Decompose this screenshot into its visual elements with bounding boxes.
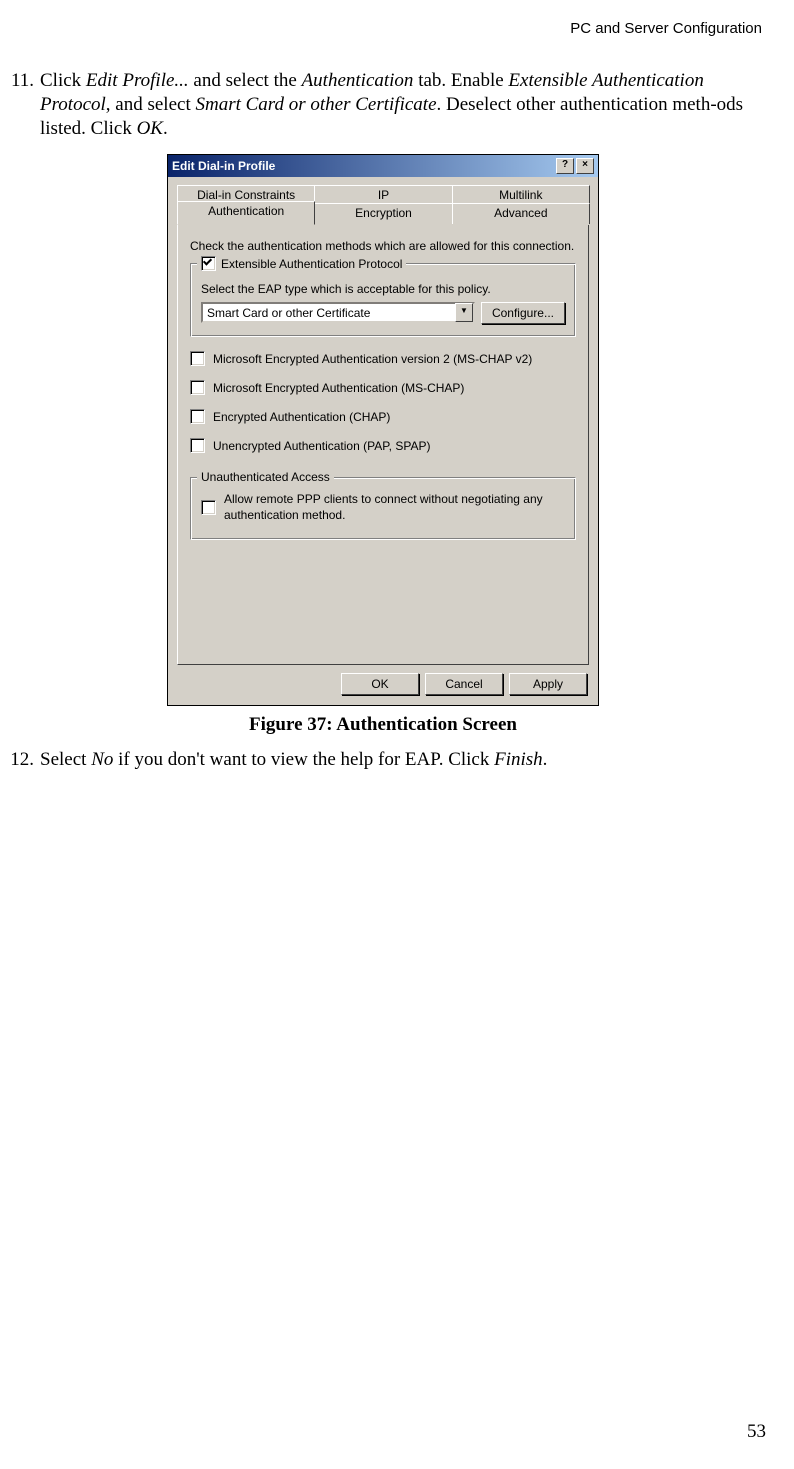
tab-panel: Check the authentication methods which a… (177, 225, 589, 665)
text: and select the (189, 70, 302, 91)
text: . (163, 118, 168, 139)
pap-checkbox[interactable] (190, 438, 205, 453)
dropdown-arrow-icon[interactable]: ▼ (455, 303, 473, 322)
mschap2-label: Microsoft Encrypted Authentication versi… (213, 352, 532, 366)
step-body: Select No if you don't want to view the … (40, 748, 766, 772)
text: Select (40, 749, 91, 770)
step-number: 12. (0, 748, 40, 772)
step-12: 12. Select No if you don't want to view … (0, 748, 766, 772)
tab-authentication[interactable]: Authentication (177, 201, 315, 225)
titlebar[interactable]: Edit Dial-in Profile ? × (168, 155, 598, 177)
page-number: 53 (747, 1421, 766, 1443)
menu-name: Edit Profile... (86, 70, 189, 91)
apply-button[interactable]: Apply (509, 673, 587, 695)
eap-type-select[interactable]: Smart Card or other Certificate ▼ (201, 302, 475, 323)
option-name: Smart Card or other Certificate (195, 94, 436, 115)
text: . (543, 749, 548, 770)
page-header: PC and Server Configuration (0, 20, 766, 37)
step-body: Click Edit Profile... and select the Aut… (40, 69, 766, 140)
button-name: OK (137, 118, 163, 139)
unauth-label: Allow remote PPP clients to connect with… (224, 492, 565, 523)
eap-selected-value: Smart Card or other Certificate (207, 306, 370, 320)
tab-strip: Dial-in Constraints IP Multilink Authent… (177, 185, 589, 225)
auth-methods-list: Microsoft Encrypted Authentication versi… (190, 351, 576, 453)
text: , and select (106, 94, 196, 115)
dialog-title: Edit Dial-in Profile (172, 159, 554, 173)
tab-name: Authentication (302, 70, 414, 91)
option-name: No (91, 749, 113, 770)
cancel-button[interactable]: Cancel (425, 673, 503, 695)
mschap2-checkbox[interactable] (190, 351, 205, 366)
eap-label: Extensible Authentication Protocol (221, 257, 402, 271)
text: tab. Enable (413, 70, 508, 91)
step-number: 11. (0, 69, 40, 140)
unauth-checkbox[interactable] (201, 500, 216, 515)
mschap-label: Microsoft Encrypted Authentication (MS-C… (213, 381, 464, 395)
dialog-buttons: OK Cancel Apply (177, 673, 589, 695)
close-button[interactable]: × (576, 158, 594, 174)
dialog-window: Edit Dial-in Profile ? × Dial-in Constra… (167, 154, 599, 706)
configure-button[interactable]: Configure... (481, 302, 565, 324)
eap-group: Extensible Authentication Protocol Selec… (190, 263, 576, 337)
chap-checkbox[interactable] (190, 409, 205, 424)
text: Click (40, 70, 86, 91)
pap-label: Unencrypted Authentication (PAP, SPAP) (213, 439, 430, 453)
unauth-title: Unauthenticated Access (201, 470, 330, 484)
step-11: 11. Click Edit Profile... and select the… (0, 69, 766, 140)
figure-screenshot: Edit Dial-in Profile ? × Dial-in Constra… (153, 154, 613, 706)
help-button[interactable]: ? (556, 158, 574, 174)
mschap-checkbox[interactable] (190, 380, 205, 395)
tab-advanced[interactable]: Advanced (452, 203, 590, 224)
chap-label: Encrypted Authentication (CHAP) (213, 410, 390, 424)
unauth-group: Unauthenticated Access Allow remote PPP … (190, 477, 576, 540)
instruction-text: Check the authentication methods which a… (190, 239, 576, 253)
ok-button[interactable]: OK (341, 673, 419, 695)
eap-subinstruction: Select the EAP type which is acceptable … (201, 282, 565, 296)
text: if you don't want to view the help for E… (113, 749, 494, 770)
eap-checkbox[interactable] (201, 256, 216, 271)
button-name: Finish (494, 749, 543, 770)
tab-encryption[interactable]: Encryption (314, 203, 452, 224)
figure-caption: Figure 37: Authentication Screen (0, 714, 766, 736)
